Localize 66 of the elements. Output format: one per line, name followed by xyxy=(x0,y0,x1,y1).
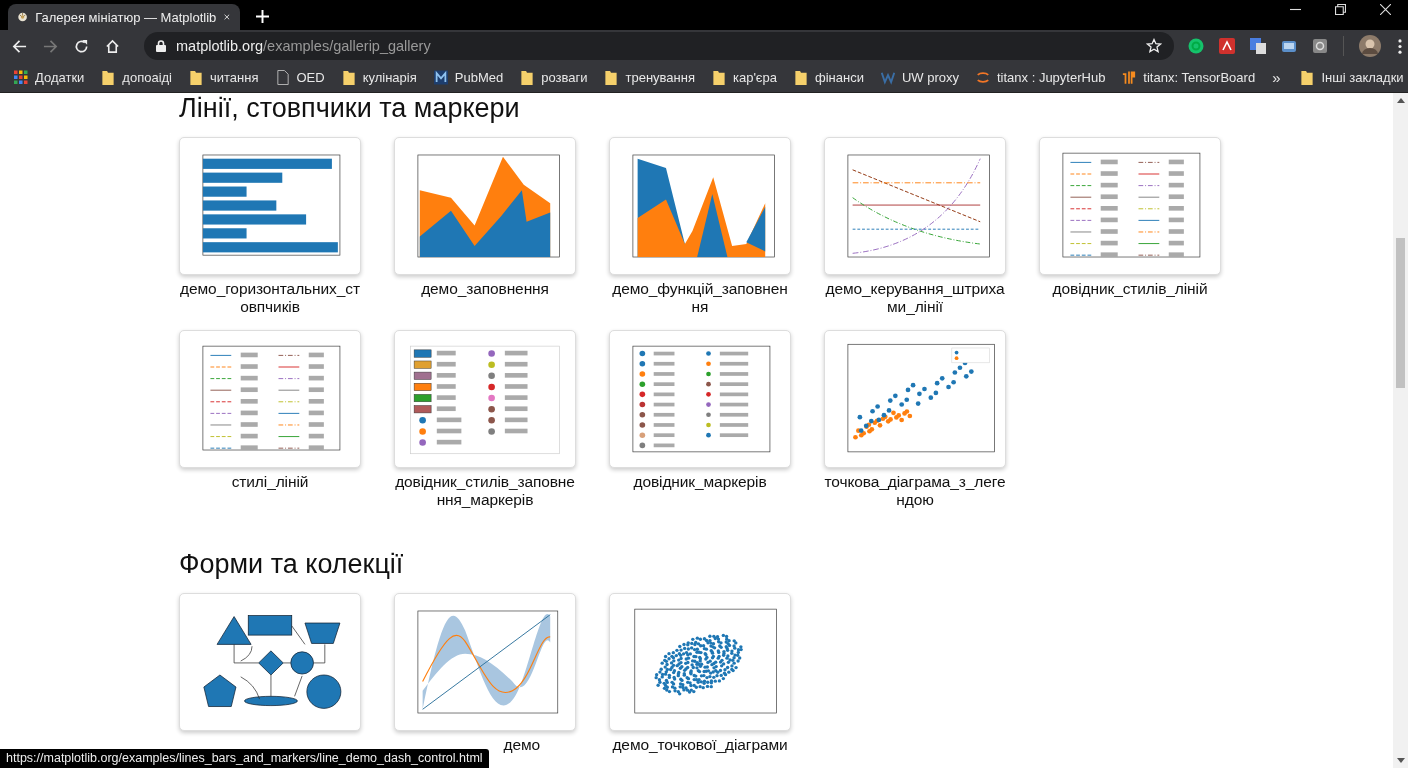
pubmed-logo-icon xyxy=(433,69,448,85)
thumbnail-caption[interactable]: довідник_стилів_заповнення_маркерів xyxy=(394,473,576,509)
bookmark[interactable]: читання xyxy=(189,69,259,85)
thumbnail-caption[interactable]: демо_горизонтальних_стовпчиків xyxy=(179,280,361,316)
folder-icon xyxy=(793,69,808,85)
extension-icon[interactable] xyxy=(1219,38,1235,54)
bookmark[interactable]: PubMed xyxy=(433,69,504,85)
scrollbar[interactable] xyxy=(1393,93,1408,768)
bookmark[interactable]: UW proxy xyxy=(880,69,959,85)
extension-icon[interactable] xyxy=(1312,38,1328,54)
scroll-down-icon[interactable] xyxy=(1396,758,1405,763)
bookmark[interactable]: допоаіді xyxy=(101,69,172,85)
folder-icon xyxy=(604,69,619,85)
avatar-icon[interactable] xyxy=(1359,35,1381,57)
bookmark[interactable]: фінанси xyxy=(793,69,864,85)
section-heading: Форми та колекції xyxy=(179,549,405,579)
tab-title: Галерея мініатюр — Matplotlib xyxy=(35,9,217,25)
tensorboard-logo-icon xyxy=(1122,69,1137,85)
thumbnail-caption[interactable]: стилі_ліній xyxy=(231,473,309,509)
thumbnail-caption[interactable]: демо_керування_штрихами_лінії xyxy=(824,280,1006,316)
reload-icon[interactable] xyxy=(74,38,89,54)
forward-icon[interactable] xyxy=(43,38,58,54)
extension-icon[interactable] xyxy=(1188,38,1204,54)
close-icon[interactable] xyxy=(224,12,230,22)
new-tab-icon[interactable] xyxy=(256,10,269,23)
bookmark[interactable]: Інші закладки xyxy=(1300,69,1404,85)
address-bar[interactable]: matplotlib.org/examples/gallerip_gallery xyxy=(144,32,1174,60)
extension-icon[interactable] xyxy=(1281,38,1297,54)
thumbnail-caption[interactable]: довідник_стилів_ліній xyxy=(1052,280,1208,316)
section-heading: Лінії, стовпчики та маркери xyxy=(179,93,521,123)
star-icon[interactable] xyxy=(1146,38,1162,54)
page-icon xyxy=(275,69,290,85)
status-url: https://matplotlib.org/examples/lines_bars_and_markers/line_demo_dash_control.html xyxy=(0,749,489,768)
url-text: matplotlib.org/examples/gallerip_gallery xyxy=(176,38,431,54)
thumbnail-caption[interactable]: демо_функцій_заповнення xyxy=(609,280,791,316)
menu-icon[interactable] xyxy=(1398,38,1402,54)
folder-icon xyxy=(520,69,535,85)
home-icon[interactable] xyxy=(105,38,120,54)
close-icon[interactable] xyxy=(1380,3,1391,15)
thumbnail-caption[interactable]: довідник_маркерів xyxy=(633,473,767,509)
apps-grid-icon xyxy=(14,69,28,85)
bookmark[interactable]: розваги xyxy=(520,69,588,85)
scroll-up-icon[interactable] xyxy=(1396,98,1405,103)
folder-icon xyxy=(189,69,203,85)
folder-icon xyxy=(101,69,116,85)
jupyter-logo-icon xyxy=(975,69,990,85)
browser-tab[interactable]: Галерея мініатюр — Matplotlib xyxy=(8,4,240,30)
bookmark[interactable]: Додатки xyxy=(14,69,85,85)
thumbnail-caption[interactable]: демо_точкової_діаграми xyxy=(612,736,788,768)
folder-icon xyxy=(1300,69,1315,85)
bookmark[interactable]: titanx : JupyterHub xyxy=(975,69,1106,85)
lock-icon xyxy=(156,40,166,52)
thumbnail-caption[interactable]: демо_заповнення xyxy=(421,280,549,316)
bookmark[interactable]: тренування xyxy=(604,69,695,85)
bookmark[interactable]: кар'єра xyxy=(711,69,777,85)
restore-icon[interactable] xyxy=(1335,3,1346,15)
folder-icon xyxy=(341,69,356,85)
thumbnail-caption[interactable]: точкова_діаграма_з_легендою xyxy=(824,473,1006,509)
thumbnail-caption[interactable]: демо xyxy=(503,736,540,754)
bookmark[interactable]: titanx: TensorBoard xyxy=(1122,69,1256,85)
scrollbar-thumb[interactable] xyxy=(1396,238,1405,388)
folder-icon xyxy=(711,69,726,85)
bookmark[interactable]: кулінарія xyxy=(341,69,417,85)
back-icon[interactable] xyxy=(12,38,27,54)
bookmark[interactable]: OED xyxy=(275,69,325,85)
more-bookmarks-button[interactable]: » xyxy=(1272,68,1281,86)
